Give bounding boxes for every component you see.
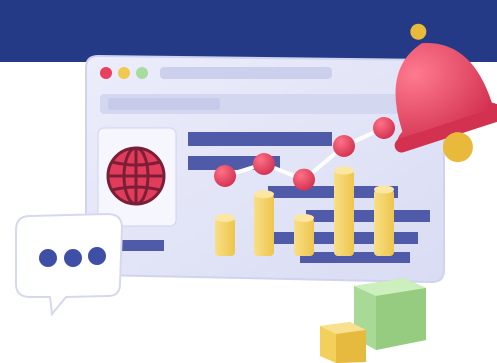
chart-bar-top xyxy=(254,190,274,199)
chart-bar xyxy=(254,194,274,256)
chart-point xyxy=(333,135,355,157)
left-bar xyxy=(120,240,164,251)
chart-bar-top xyxy=(334,166,354,175)
chart-bar-top xyxy=(374,185,394,194)
minimize-dot[interactable] xyxy=(118,67,130,79)
chart-bar xyxy=(374,189,394,256)
chart-bar-top xyxy=(294,214,314,222)
tab-bar xyxy=(160,67,332,79)
chart-point xyxy=(293,168,315,191)
chart-bar-top xyxy=(215,214,235,222)
yellow-cube xyxy=(320,322,366,363)
close-dot[interactable] xyxy=(100,67,112,79)
chat-bubble-icon xyxy=(15,212,124,317)
chart-point xyxy=(253,153,275,175)
chat-dot xyxy=(39,249,57,267)
content-bar-4 xyxy=(306,210,430,222)
address-bar-inner xyxy=(108,98,220,110)
chart-bar xyxy=(215,218,235,256)
globe-icon xyxy=(106,146,166,206)
chart-bar xyxy=(334,170,354,256)
maximize-dot[interactable] xyxy=(136,67,148,79)
illustration xyxy=(15,23,497,363)
chart-bar xyxy=(294,218,314,256)
chat-dot xyxy=(64,249,82,267)
content-bar-1 xyxy=(188,132,332,146)
chart-point xyxy=(373,117,395,139)
chart-point xyxy=(214,165,236,187)
chat-dot xyxy=(88,247,106,265)
